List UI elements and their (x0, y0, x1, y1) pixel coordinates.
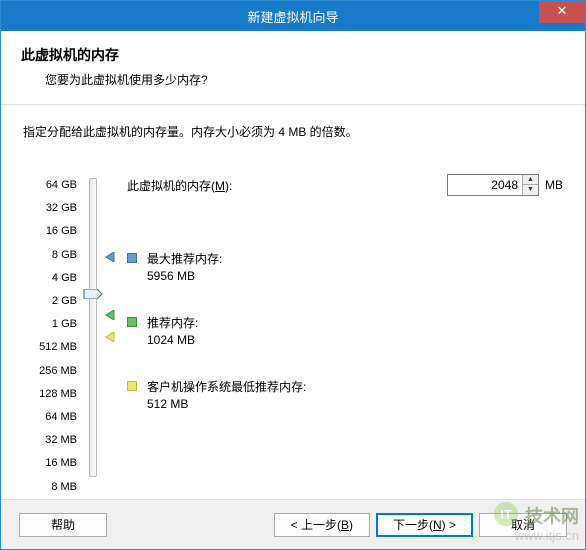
recommend-label: 推荐内存: (147, 314, 198, 331)
scale-label: 1 GB (23, 313, 77, 336)
memory-label: 此虚拟机的内存(M): (127, 177, 232, 194)
next-button[interactable]: 下一步(N) > (376, 513, 473, 537)
page-subtitle: 您要为此虚拟机使用多少内存? (21, 71, 565, 88)
spinner-down-icon[interactable]: ▼ (523, 185, 538, 195)
recommend-value: 1024 MB (147, 333, 198, 347)
close-button[interactable]: ✕ (539, 1, 585, 23)
memory-input[interactable] (448, 175, 522, 195)
window-title: 新建虚拟机向导 (1, 7, 585, 26)
min-recommend-value: 512 MB (147, 397, 306, 411)
back-button[interactable]: < 上一步(B) (274, 513, 370, 537)
wizard-window: 新建虚拟机向导 ✕ 此虚拟机的内存 您要为此虚拟机使用多少内存? 指定分配给此虚… (0, 0, 586, 550)
scale-label: 16 MB (23, 452, 77, 475)
info-column: 此虚拟机的内存(M): ▲ ▼ MB (113, 174, 563, 522)
scale-label: 8 MB (23, 476, 77, 499)
min-recommend-label: 客户机操作系统最低推荐内存: (147, 378, 306, 395)
help-button[interactable]: 帮助 (19, 513, 107, 537)
rec-marker-icon (105, 310, 113, 320)
cancel-button[interactable]: 取消 (479, 513, 567, 537)
memory-slider[interactable] (83, 174, 113, 522)
square-green-icon (127, 317, 137, 327)
scale-label: 2 GB (23, 290, 77, 313)
scale-label: 64 MB (23, 406, 77, 429)
slider-thumb[interactable] (83, 289, 103, 299)
wizard-body: 指定分配给此虚拟机的内存量。内存大小必须为 4 MB 的倍数。 64 GB 32… (1, 105, 585, 522)
scale-label: 128 MB (23, 383, 77, 406)
wizard-header: 此虚拟机的内存 您要为此虚拟机使用多少内存? (1, 31, 585, 105)
memory-unit: MB (545, 178, 563, 192)
square-blue-icon (127, 253, 137, 263)
slider-track (89, 178, 97, 477)
max-recommend-label: 最大推荐内存: (147, 250, 222, 267)
max-marker-icon (105, 252, 113, 262)
max-recommend-value: 5956 MB (147, 269, 222, 283)
min-marker-icon (105, 332, 113, 342)
memory-input-row: 此虚拟机的内存(M): ▲ ▼ MB (127, 174, 563, 196)
scale-label: 64 GB (23, 174, 77, 197)
scale-label: 32 MB (23, 429, 77, 452)
scale-label: 8 GB (23, 244, 77, 267)
scale-label: 32 GB (23, 197, 77, 220)
memory-spinner[interactable]: ▲ ▼ (447, 174, 539, 196)
scale-label: 16 GB (23, 220, 77, 243)
wizard-footer: 帮助 < 上一步(B) 下一步(N) > 取消 (1, 499, 585, 549)
recommend-block: 推荐内存: 1024 MB (127, 314, 198, 347)
scale-label: 256 MB (23, 360, 77, 383)
max-recommend-block: 最大推荐内存: 5956 MB (127, 250, 222, 283)
scale-labels: 64 GB 32 GB 16 GB 8 GB 4 GB 2 GB 1 GB 51… (23, 174, 83, 522)
square-yellow-icon (127, 381, 137, 391)
titlebar: 新建虚拟机向导 ✕ (1, 1, 585, 31)
page-title: 此虚拟机的内存 (21, 45, 565, 65)
instruction-text: 指定分配给此虚拟机的内存量。内存大小必须为 4 MB 的倍数。 (23, 123, 563, 140)
spinner-up-icon[interactable]: ▲ (523, 175, 538, 185)
scale-label: 4 GB (23, 267, 77, 290)
min-recommend-block: 客户机操作系统最低推荐内存: 512 MB (127, 378, 306, 411)
memory-area: 64 GB 32 GB 16 GB 8 GB 4 GB 2 GB 1 GB 51… (23, 174, 563, 522)
scale-label: 512 MB (23, 336, 77, 359)
